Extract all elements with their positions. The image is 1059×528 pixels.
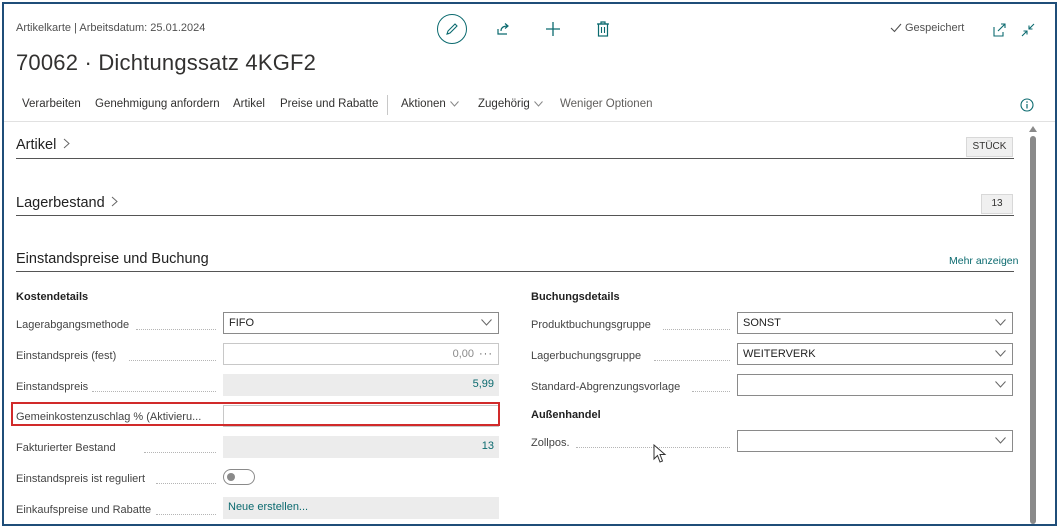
invoiced-qty-field: 13 — [223, 436, 499, 458]
chevron-down-icon — [995, 350, 1006, 357]
save-status: Gespeichert — [890, 22, 964, 34]
section-lagerbestand-title: Lagerbestand — [16, 195, 105, 211]
action-verarbeiten[interactable]: Verarbeiten — [22, 98, 81, 110]
dot-leader — [692, 390, 730, 392]
dot-leader — [136, 328, 216, 330]
delete-icon — [597, 21, 609, 37]
unit-badge: STÜCK — [966, 137, 1013, 157]
action-artikel[interactable]: Artikel — [233, 98, 265, 110]
vertical-scrollbar[interactable] — [1030, 136, 1036, 524]
section-artikel-title: Artikel — [16, 137, 57, 153]
chevron-down-icon — [995, 437, 1006, 444]
chevron-down-icon — [533, 101, 543, 107]
open-new-window-button[interactable] — [990, 20, 1010, 40]
standard-cost-value: 0,00 — [452, 348, 474, 360]
action-separator — [387, 95, 388, 115]
dot-leader — [156, 513, 216, 515]
share-icon — [497, 23, 509, 35]
dot-leader — [156, 482, 216, 484]
costing-method-value: FIFO — [229, 317, 255, 329]
field-label-invoiced-qty: Fakturierter Bestand — [16, 442, 116, 454]
chevron-down-icon — [449, 101, 459, 107]
section-divider — [16, 158, 1014, 159]
action-aktionen-menu[interactable]: Aktionen — [401, 98, 459, 110]
chevron-down-icon — [995, 319, 1006, 326]
info-icon — [1020, 98, 1034, 112]
inventory-posting-group-value: WEITERVERK — [743, 348, 816, 360]
share-button[interactable] — [493, 19, 513, 39]
inventory-badge: 13 — [981, 194, 1013, 214]
field-label-unit-cost: Einstandspreis — [16, 381, 89, 393]
foreign-trade-heading: Außenhandel — [531, 409, 601, 421]
info-button[interactable] — [1020, 98, 1034, 117]
action-bar: Verarbeiten Genehmigung anfordern Artike… — [4, 89, 1055, 122]
product-posting-group-select[interactable]: SONST — [737, 312, 1013, 334]
action-weniger-optionen[interactable]: Weniger Optionen — [560, 98, 652, 110]
section-lagerbestand-header[interactable]: Lagerbestand — [16, 194, 118, 212]
action-zugehoerig-label: Zugehörig — [478, 98, 530, 110]
breadcrumb: Artikelkarte | Arbeitsdatum: 25.01.2024 — [16, 22, 206, 34]
app-window: Artikelkarte | Arbeitsdatum: 25.01.2024 … — [2, 2, 1057, 526]
action-aktionen-label: Aktionen — [401, 98, 446, 110]
standard-cost-field[interactable]: 0,00 ··· — [223, 343, 499, 365]
dot-leader — [92, 390, 216, 392]
add-icon — [546, 22, 560, 36]
purchase-prices-link[interactable]: Neue erstellen... — [223, 497, 499, 519]
open-new-window-icon — [993, 23, 1006, 37]
action-zugehoerig-menu[interactable]: Zugehörig — [478, 98, 543, 110]
chevron-right-icon — [63, 138, 70, 149]
field-label-costing-method: Lagerabgangsmethode — [16, 319, 130, 331]
edit-button[interactable] — [437, 14, 467, 44]
chevron-down-icon — [481, 319, 492, 326]
highlight-box — [11, 402, 500, 426]
scroll-up-icon[interactable] — [1029, 126, 1037, 132]
field-label-inventory-posting-group: Lagerbuchungsgruppe — [531, 350, 642, 362]
dot-leader — [663, 328, 730, 330]
add-button[interactable] — [543, 19, 563, 39]
field-label-deferral-template: Standard-Abgrenzungsvorlage — [531, 381, 681, 393]
chevron-right-icon — [111, 196, 118, 207]
tariff-no-select[interactable] — [737, 430, 1013, 452]
collapse-button[interactable] — [1018, 20, 1038, 40]
product-posting-group-value: SONST — [743, 317, 781, 329]
show-more-link[interactable]: Mehr anzeigen — [949, 255, 1018, 267]
chevron-down-icon — [995, 381, 1006, 388]
section-costing-title: Einstandspreise und Buchung — [16, 251, 209, 267]
dot-leader — [654, 359, 730, 361]
action-genehmigung-anfordern[interactable]: Genehmigung anfordern — [95, 98, 220, 110]
field-label-tariff-no: Zollpos. — [531, 437, 570, 449]
mouse-cursor-icon — [653, 444, 667, 463]
deferral-template-select[interactable] — [737, 374, 1013, 396]
edit-icon — [446, 23, 458, 35]
action-preise-und-rabatte[interactable]: Preise und Rabatte — [280, 98, 378, 110]
field-label-product-posting-group: Produktbuchungsgruppe — [531, 319, 651, 331]
check-icon — [890, 23, 902, 33]
section-artikel-header[interactable]: Artikel — [16, 136, 70, 154]
field-label-standard-cost: Einstandspreis (fest) — [16, 350, 117, 362]
field-label-purchase-prices: Einkaufspreise und Rabatte — [16, 504, 152, 516]
inventory-posting-group-select[interactable]: WEITERVERK — [737, 343, 1013, 365]
unit-cost-field: 5,99 — [223, 374, 499, 396]
more-options-icon[interactable]: ··· — [479, 344, 493, 364]
section-divider — [16, 215, 1014, 216]
page-title: 70062 · Dichtungssatz 4KGF2 — [16, 50, 317, 75]
costing-method-select[interactable]: FIFO — [223, 312, 499, 334]
posting-details-heading: Buchungsdetails — [531, 291, 620, 303]
section-divider — [16, 271, 1014, 272]
dot-leader — [144, 451, 216, 453]
field-label-cost-adjusted: Einstandspreis ist reguliert — [16, 473, 146, 485]
cost-adjusted-toggle[interactable] — [223, 469, 255, 485]
toggle-knob — [227, 473, 235, 481]
delete-button[interactable] — [593, 19, 613, 39]
save-status-label: Gespeichert — [905, 22, 965, 34]
collapse-icon — [1021, 23, 1035, 37]
dot-leader — [129, 359, 216, 361]
cost-details-heading: Kostendetails — [16, 291, 89, 303]
